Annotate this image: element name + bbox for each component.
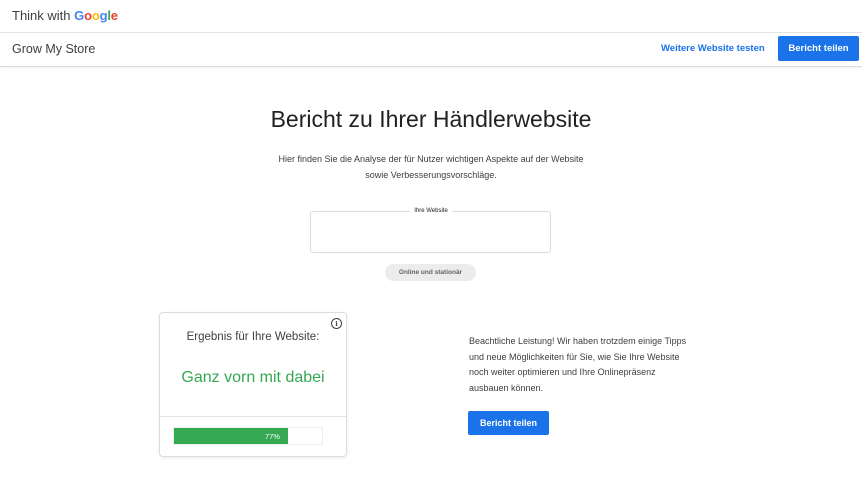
google-letter: G [74, 8, 85, 23]
score-progress-bar: 77% [173, 427, 323, 445]
advice-line: und neue Möglichkeiten für Sie, wie Sie … [469, 351, 680, 362]
google-wordmark: Google [74, 8, 118, 23]
page-description: Hier finden Sie die Analyse der für Nutz… [231, 151, 631, 183]
test-another-website-link[interactable]: Weitere Website testen [661, 43, 765, 54]
share-report-button[interactable]: Bericht teilen [468, 411, 549, 435]
advice-line: ausbauen können. [469, 382, 544, 393]
website-field-label: Ihre Website [410, 205, 452, 217]
progress-percent: 77% [264, 432, 280, 441]
top-bar: Think with Google [0, 0, 862, 33]
google-letter: e [110, 8, 118, 23]
google-letter: o [91, 8, 100, 23]
result-rating: Ganz vorn mit dabei [181, 369, 325, 386]
result-card: i Ergebnis für Ihre Website: Ganz vorn m… [159, 312, 347, 457]
brand-prefix: Think with [12, 8, 71, 23]
google-letter: o [84, 8, 92, 23]
result-label: Ergebnis für Ihre Website: [186, 331, 320, 343]
progress-fill: 77% [174, 428, 288, 444]
advice-line: noch weiter optimieren und Ihre Onlinepr… [469, 367, 656, 377]
business-type-chip[interactable]: Online und stationär [385, 264, 476, 281]
store-title[interactable]: Grow My Store [12, 42, 95, 56]
advice-line: Beachtliche Leistung! Wir haben trotzdem… [469, 336, 687, 346]
card-divider [160, 416, 346, 417]
description-line: Hier finden Sie die Analyse der für Nutz… [278, 154, 584, 164]
info-icon[interactable]: i [331, 318, 342, 329]
page-title: Bericht zu Ihrer Händlerwebsite [270, 106, 592, 132]
advice-text: Beachtliche Leistung! Wir haben trotzdem… [469, 334, 719, 396]
description-line: sowie Verbesserungsvorschläge. [365, 170, 497, 180]
think-with-google-logo[interactable]: Think with Google [12, 8, 118, 23]
website-url-field[interactable] [310, 211, 551, 253]
share-report-button-header[interactable]: Bericht teilen [778, 36, 859, 61]
navigation-bar: Grow My Store Weitere Website testen Ber… [0, 33, 862, 67]
